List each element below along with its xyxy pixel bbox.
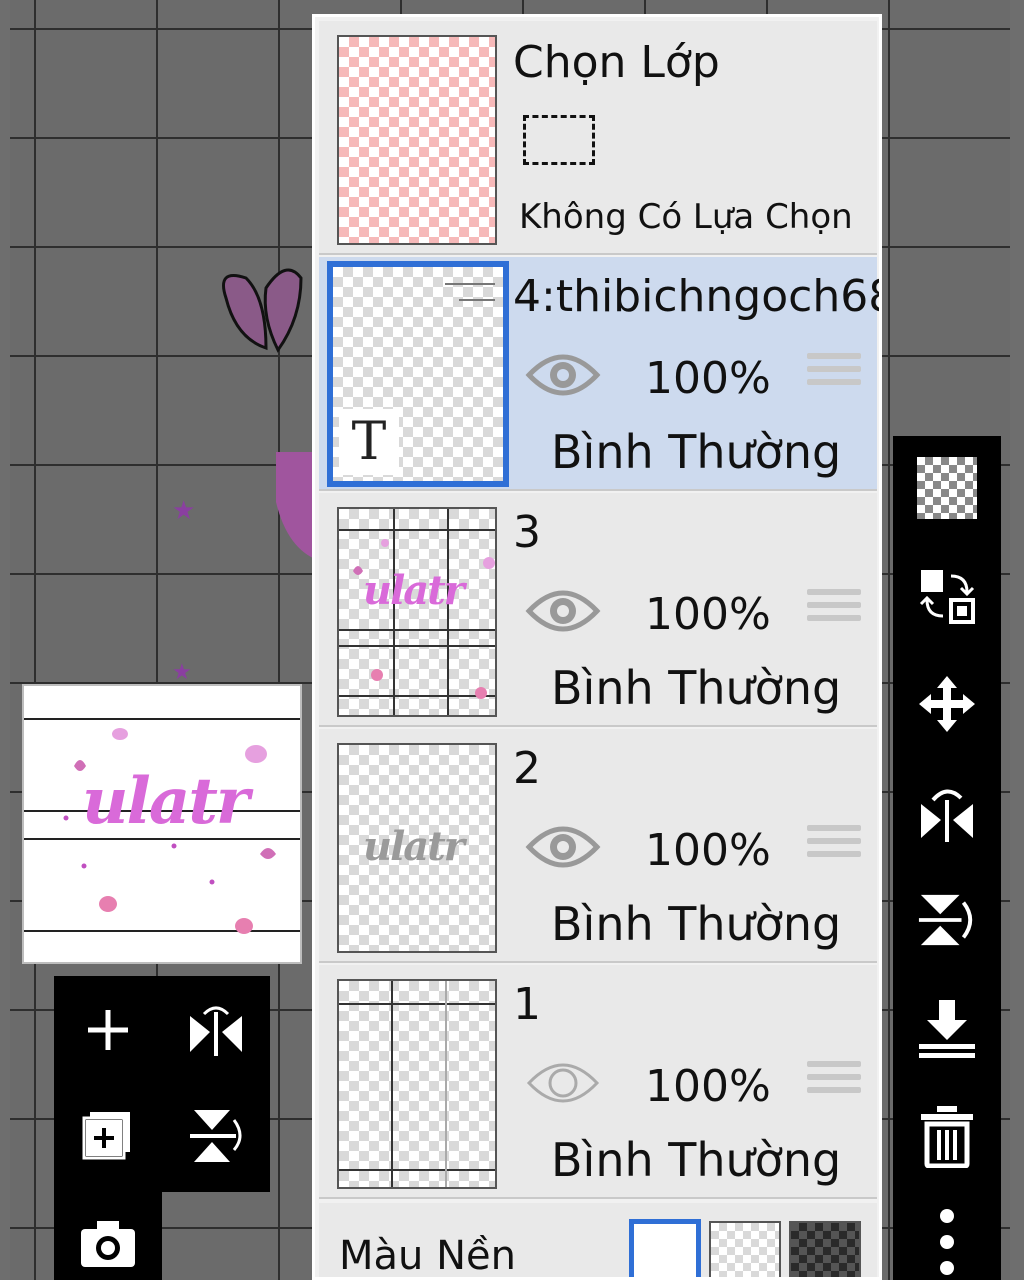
- thumbnail-tiny-text: [445, 283, 495, 285]
- background-transparent-swatch[interactable]: [709, 1221, 781, 1277]
- add-copy-layer-icon[interactable]: [78, 1106, 138, 1166]
- drag-handle-icon[interactable]: [807, 825, 861, 864]
- text-layer-badge: T: [339, 409, 399, 475]
- merge-down-icon[interactable]: [917, 998, 977, 1058]
- swap-layers-icon[interactable]: [917, 566, 977, 626]
- selection-layer-row[interactable]: Chọn Lớp Không Có Lựa Chọn: [319, 21, 877, 255]
- layer-blend-mode[interactable]: Bình Thường: [551, 1133, 841, 1187]
- layer-row[interactable]: T 4:thibichngoch68 100% Bình Thường: [319, 257, 879, 491]
- thumbnail-decorations: [353, 539, 495, 699]
- layer-opacity[interactable]: 100%: [645, 1061, 771, 1112]
- selection-status: Không Có Lựa Chọn: [519, 197, 853, 237]
- eye-icon[interactable]: [525, 821, 601, 873]
- layer-thumbnail: T: [327, 261, 509, 487]
- eye-hidden-icon[interactable]: [525, 1057, 601, 1109]
- thumbnail-artwork-text: ulatr: [363, 823, 465, 870]
- eye-icon[interactable]: [525, 585, 601, 637]
- layer-thumbnail: ulatr: [337, 743, 497, 953]
- star-decoration: ★: [172, 496, 196, 526]
- flip-horizontal-icon[interactable]: [917, 782, 977, 842]
- selection-title: Chọn Lớp: [513, 37, 720, 88]
- background-color-label: Màu Nền: [339, 1233, 516, 1279]
- more-icon[interactable]: [917, 1209, 977, 1275]
- layer-thumbnail: [337, 979, 497, 1189]
- thumbnail-tiny-text: [459, 299, 495, 301]
- layer-row[interactable]: ulatr 2 100% Bình Thường: [319, 729, 877, 963]
- background-white-swatch[interactable]: [629, 1219, 701, 1277]
- eye-icon[interactable]: [525, 349, 601, 401]
- layer-name[interactable]: 2: [513, 743, 541, 794]
- layer-panel: Chọn Lớp Không Có Lựa Chọn T 4:thibichng…: [312, 14, 882, 1280]
- drag-handle-icon[interactable]: [807, 589, 861, 628]
- flip-horizontal-icon[interactable]: [186, 1000, 246, 1060]
- canvas-preview[interactable]: ulatr: [22, 684, 302, 964]
- layer-name[interactable]: 3: [513, 507, 541, 558]
- layer-blend-mode[interactable]: Bình Thường: [551, 661, 841, 715]
- transparency-icon[interactable]: [917, 457, 977, 519]
- layer-blend-mode[interactable]: Bình Thường: [551, 897, 841, 951]
- layer-name[interactable]: 1: [513, 979, 541, 1030]
- preview-decorations: [63, 728, 276, 934]
- background-color-row: Màu Nền: [319, 1203, 877, 1279]
- delete-icon[interactable]: [917, 1106, 977, 1168]
- layer-row[interactable]: ulatr 3 100% Bình Thường: [319, 493, 877, 727]
- selection-marquee-icon: [523, 115, 595, 165]
- add-layer-icon[interactable]: [78, 1000, 138, 1060]
- camera-icon[interactable]: [78, 1214, 138, 1274]
- drag-handle-icon[interactable]: [807, 1061, 861, 1100]
- heart-decoration: [222, 268, 303, 353]
- layer-row[interactable]: 1 100% Bình Thường: [319, 965, 877, 1199]
- move-icon[interactable]: [917, 674, 977, 734]
- drag-handle-icon[interactable]: [807, 353, 861, 392]
- layer-opacity[interactable]: 100%: [645, 825, 771, 876]
- star-decoration: ★: [172, 660, 192, 685]
- flip-vertical-icon[interactable]: [917, 890, 977, 950]
- layer-thumbnail: ulatr: [337, 507, 497, 717]
- flip-vertical-icon[interactable]: [186, 1106, 246, 1166]
- layer-blend-mode[interactable]: Bình Thường: [551, 425, 841, 479]
- right-toolbar: [893, 436, 1001, 1280]
- background-dark-swatch[interactable]: [789, 1221, 861, 1277]
- layer-name[interactable]: 4:thibichngoch68: [513, 271, 879, 322]
- layer-opacity[interactable]: 100%: [645, 589, 771, 640]
- selection-thumbnail: [337, 35, 497, 245]
- layer-opacity[interactable]: 100%: [645, 353, 771, 404]
